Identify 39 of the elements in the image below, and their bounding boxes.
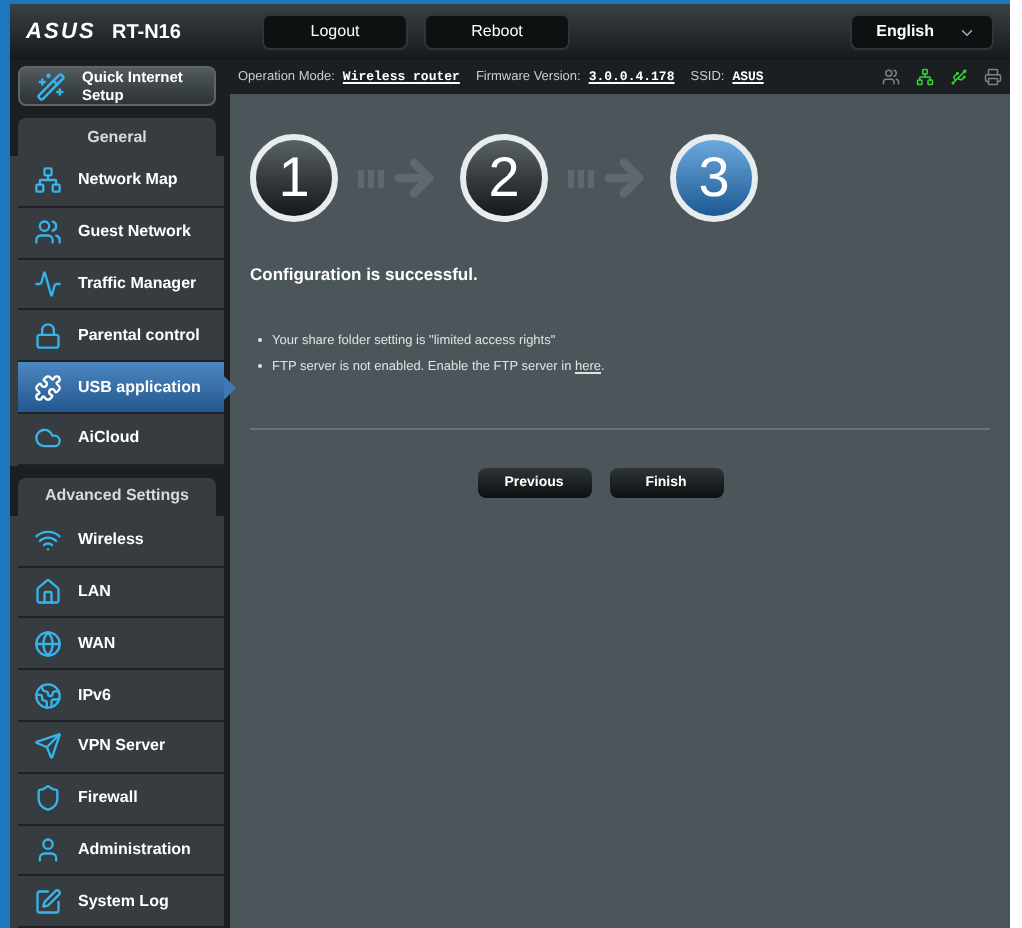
sidebar-item[interactable]: WAN [18, 618, 224, 671]
sidebar-item[interactable]: LAN [18, 567, 224, 619]
model-name: RT-N16 [111, 19, 181, 47]
header-button[interactable]: Logout [262, 14, 408, 50]
house-icon [34, 577, 62, 606]
pen-icon [34, 887, 62, 916]
cloud-icon [34, 424, 62, 453]
paper-plane-icon [34, 732, 62, 761]
header-button[interactable]: Reboot [424, 14, 570, 50]
chart-line-icon [34, 269, 62, 298]
language-select[interactable]: English [850, 14, 994, 50]
section-header: General [85, 125, 149, 149]
usb-icon[interactable] [950, 68, 968, 86]
puzzle-icon [34, 373, 62, 402]
padlock-icon [34, 321, 62, 350]
brand-logo: ASUS [26, 17, 96, 48]
sidebar-item[interactable]: Firewall [18, 773, 224, 826]
sidebar-item[interactable]: Administration [18, 825, 224, 877]
network-icon[interactable] [916, 68, 934, 86]
sidebar-item[interactable]: System Log [18, 876, 224, 928]
sidebar-item[interactable]: Network Map [18, 156, 224, 208]
sidebar-item[interactable]: Traffic Manager [18, 259, 224, 311]
user-icon [34, 835, 62, 864]
globe-icon [34, 629, 62, 658]
section-header: Advanced Settings [42, 484, 191, 509]
shield-icon [34, 784, 62, 813]
network-icon [34, 166, 62, 195]
sidebar-item[interactable]: Guest Network [18, 207, 224, 260]
magic-wand-icon [36, 71, 66, 101]
wifi-icon [34, 526, 62, 555]
sidebar-item[interactable]: VPN Server [18, 721, 224, 774]
sidebar-item[interactable]: Wireless [18, 515, 224, 568]
globe-icon [34, 681, 62, 710]
success-message: Configuration is successful. [250, 262, 480, 288]
users-icon[interactable] [882, 68, 900, 86]
users-icon [34, 218, 62, 247]
sidebar-item[interactable]: IPv6 [18, 670, 224, 722]
printer-icon[interactable] [984, 68, 1002, 86]
sidebar-item[interactable]: AiCloud [18, 413, 224, 466]
